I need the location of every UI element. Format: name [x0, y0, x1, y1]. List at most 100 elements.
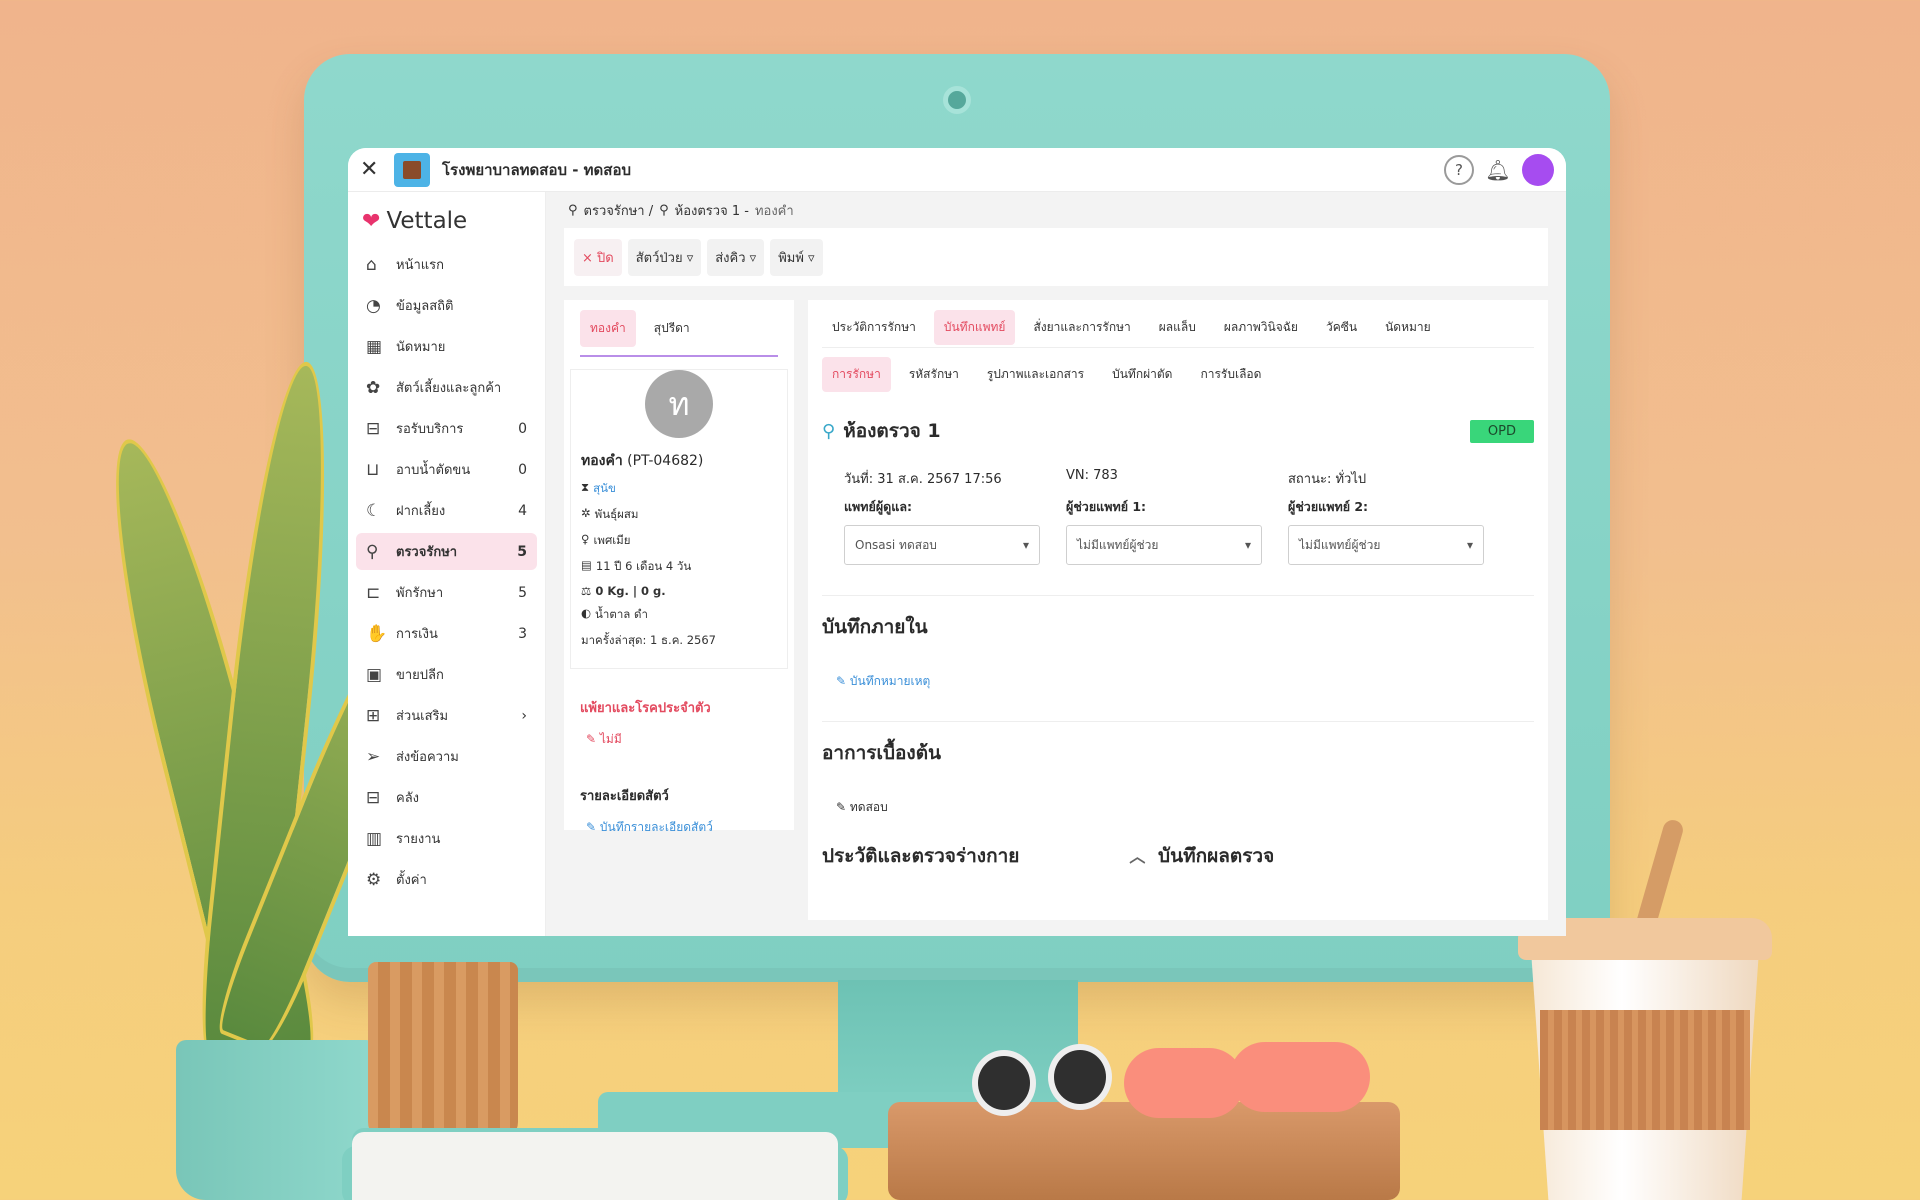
location-pin-icon: ♀ — [581, 532, 590, 546]
archive-icon: ⊟ — [366, 787, 381, 808]
tab-lab-results[interactable]: ผลแล็บ — [1149, 310, 1206, 345]
internal-notes-title: บันทึกภายใน — [822, 616, 928, 638]
tab-imaging[interactable]: ผลภาพวินิจฉัย — [1214, 310, 1308, 345]
tab-vaccines[interactable]: วัคซีน — [1316, 310, 1367, 345]
sidebar-item-hospitalization[interactable]: ⊏ พักรักษา 5 — [356, 574, 537, 611]
subtab-treatment[interactable]: การรักษา — [822, 356, 891, 392]
pencil-icon: ✎ — [836, 674, 847, 688]
caret-down-icon: ▾ — [1022, 538, 1029, 552]
sushi-board — [888, 1102, 1400, 1200]
help-icon[interactable]: ? — [1444, 154, 1474, 185]
sidebar-item-label: สัตว์เลี้ยงและลูกค้า — [396, 381, 502, 396]
history-title: ประวัติและตรวจร่างกาย — [822, 845, 1020, 867]
sofa-icon: ⊟ — [366, 418, 381, 439]
allergy-edit-link[interactable]: ✎ ไม่มี — [580, 730, 778, 749]
doctor-select-value: Onsasi ทดสอบ — [855, 537, 937, 552]
pencil-icon: ✎ — [836, 800, 847, 814]
internal-notes-link[interactable]: ✎ บันทึกหมายเหตุ — [836, 672, 1534, 691]
heart-logo-icon: ❤ — [362, 208, 381, 234]
scale-icon: ⚖ — [581, 584, 592, 598]
stethoscope-icon: ⚲ — [568, 202, 578, 218]
assistant2-select[interactable]: ไม่มีแพทย์ผู้ช่วย ▾ — [1288, 525, 1484, 565]
assistant2-select-value: ไม่มีแพทย์ผู้ช่วย — [1299, 537, 1381, 552]
window-title: โรงพยาบาลทดสอบ - ทดสอบ — [442, 160, 631, 179]
pet-breed: พันธุ์ผสม — [594, 507, 639, 521]
record-tabs: ประวัติการรักษา บันทึกแพทย์ สั่งยาและการ… — [822, 308, 1534, 348]
palette-icon: ◐ — [581, 606, 592, 620]
subtab-blood-transfusion[interactable]: การรับเลือด — [1190, 357, 1271, 392]
tab-owner[interactable]: สุปรีดา — [644, 310, 700, 347]
main-content: ⚲ ตรวจรักษา / ⚲ ห้องตรวจ 1 - ทองคำ × ปิด… — [546, 192, 1566, 936]
pet-last-visit: มาครั้งล่าสุด: 1 ธ.ค. 2567 — [581, 633, 716, 647]
assistant2-label: ผู้ช่วยแพทย์ 2: — [1288, 499, 1369, 514]
pet-name-row: ทองคำ (PT-04682) — [581, 450, 777, 472]
sidebar-item-label: ฝากเลี้ยง — [396, 504, 446, 519]
pet-breed-row: ✲ พันธุ์ผสม — [581, 506, 777, 524]
tab-appointments[interactable]: นัดหมาย — [1375, 310, 1441, 345]
send-queue-dropdown[interactable]: ส่งคิว ▿ — [707, 238, 765, 276]
pencil-icon: ✎ — [586, 820, 597, 834]
room-title-text: ห้องตรวจ 1 — [843, 420, 941, 442]
breed-icon: ✲ — [581, 506, 591, 520]
sidebar-item-appointments[interactable]: ▦ นัดหมาย — [356, 328, 537, 365]
tab-prescriptions[interactable]: สั่งยาและการรักษา — [1023, 310, 1140, 345]
sidebar-item-reports[interactable]: ▥ รายงาน — [356, 820, 537, 857]
brand[interactable]: ❤ Vettale — [348, 202, 545, 246]
chevron-up-icon: ︿ — [1129, 847, 1146, 866]
sidebar-item-finance[interactable]: ✋ การเงิน 3 — [356, 615, 537, 652]
sidebar: ❤ Vettale ⌂ หน้าแรก ◔ ข้อมูลสถิติ ▦ นัดห… — [348, 192, 546, 936]
sidebar-item-grooming[interactable]: ⊔ อาบน้ำตัดขน 0 — [356, 451, 537, 488]
patient-animal-dropdown[interactable]: สัตว์ป่วย ▿ — [627, 238, 702, 276]
pet-weight: 0 Kg. | 0 g. — [595, 584, 666, 598]
sidebar-item-boarding[interactable]: ☾ ฝากเลี้ยง 4 — [356, 492, 537, 529]
sidebar-item-waiting[interactable]: ⊟ รอรับบริการ 0 — [356, 410, 537, 447]
sidebar-item-messages[interactable]: ➢ ส่งข้อความ — [356, 738, 537, 775]
sidebar-item-examination[interactable]: ⚲ ตรวจรักษา 5 — [356, 533, 537, 570]
subtab-treatment-codes[interactable]: รหัสรักษา — [899, 357, 969, 392]
pet-info: ท ทองคำ (PT-04682) ⧗ สุนัข ✲ พันธุ์ผสม ♀… — [570, 369, 788, 669]
sidebar-item-settings[interactable]: ⚙ ตั้งค่า — [356, 861, 537, 898]
result-title: บันทึกผลตรวจ — [1158, 845, 1275, 867]
symptom-value: ทดสอบ — [849, 800, 888, 814]
toolbar: × ปิด สัตว์ป่วย ▿ ส่งคิว ▿ พิมพ์ ▿ — [564, 228, 1548, 286]
tab-doctor-notes[interactable]: บันทึกแพทย์ — [933, 310, 1016, 345]
symptom-title: อาการเบื้องต้น — [822, 742, 942, 764]
hourglass-icon: ⧗ — [581, 480, 590, 494]
pet-sex: เพศเมีย — [593, 533, 631, 547]
symptom-edit-link[interactable]: ✎ ทดสอบ — [836, 798, 1534, 817]
sidebar-item-addons[interactable]: ⊞ ส่วนเสริม › — [356, 697, 537, 734]
sidebar-item-inventory[interactable]: ⊟ คลัง — [356, 779, 537, 816]
bed-icon: ⊏ — [366, 582, 381, 603]
sidebar-item-label: นัดหมาย — [396, 340, 446, 355]
breadcrumb-room[interactable]: ห้องตรวจ 1 - — [675, 200, 749, 221]
print-dropdown[interactable]: พิมพ์ ▿ — [770, 238, 823, 276]
result-section[interactable]: ︿ บันทึกผลตรวจ — [1129, 841, 1274, 871]
breadcrumb-examination[interactable]: ตรวจรักษา / — [584, 200, 654, 221]
subtab-surgery-notes[interactable]: บันทึกผ่าตัด — [1102, 357, 1182, 392]
pet-species[interactable]: สุนัข — [593, 480, 616, 498]
room-header: ⚲ ห้องตรวจ 1 OPD — [822, 416, 1534, 446]
sidebar-item-home[interactable]: ⌂ หน้าแรก — [356, 246, 537, 283]
pet-name: ทองคำ — [581, 453, 623, 469]
subtab-images-documents[interactable]: รูปภาพและเอกสาร — [977, 357, 1094, 392]
sidebar-item-statistics[interactable]: ◔ ข้อมูลสถิติ — [356, 287, 537, 324]
bell-icon[interactable]: 🔔︎ — [1484, 158, 1512, 182]
tab-pet[interactable]: ทองคำ — [580, 310, 636, 347]
user-avatar[interactable] — [1522, 153, 1554, 186]
doctor-select[interactable]: Onsasi ทดสอบ ▾ — [844, 525, 1040, 565]
sidebar-item-count: 3 — [518, 625, 527, 642]
pet-detail-edit-link[interactable]: ✎ บันทึกรายละเอียดสัตว์ — [580, 818, 778, 837]
sidebar-item-retail[interactable]: ▣ ขายปลีก — [356, 656, 537, 693]
app-screen: ✕ โรงพยาบาลทดสอบ - ทดสอบ ? 🔔︎ ❤ Vettale … — [348, 148, 1566, 936]
sidebar-item-pets-customers[interactable]: ✿ สัตว์เลี้ยงและลูกค้า — [356, 369, 537, 406]
title-bar: ✕ โรงพยาบาลทดสอบ - ทดสอบ ? 🔔︎ — [348, 148, 1566, 192]
breadcrumb: ⚲ ตรวจรักษา / ⚲ ห้องตรวจ 1 - ทองคำ — [564, 192, 1548, 228]
assistant1-select[interactable]: ไม่มีแพทย์ผู้ช่วย ▾ — [1066, 525, 1262, 565]
sidebar-item-label: ตรวจรักษา — [396, 545, 458, 560]
close-button[interactable]: × ปิด — [574, 238, 622, 276]
sidebar-item-label: การเงิน — [396, 627, 438, 642]
pet-age: 11 ปี 6 เดือน 4 วัน — [595, 559, 692, 573]
close-icon[interactable]: ✕ — [360, 157, 388, 182]
tab-treatment-history[interactable]: ประวัติการรักษา — [822, 310, 926, 345]
sidebar-item-count: 4 — [518, 502, 527, 519]
